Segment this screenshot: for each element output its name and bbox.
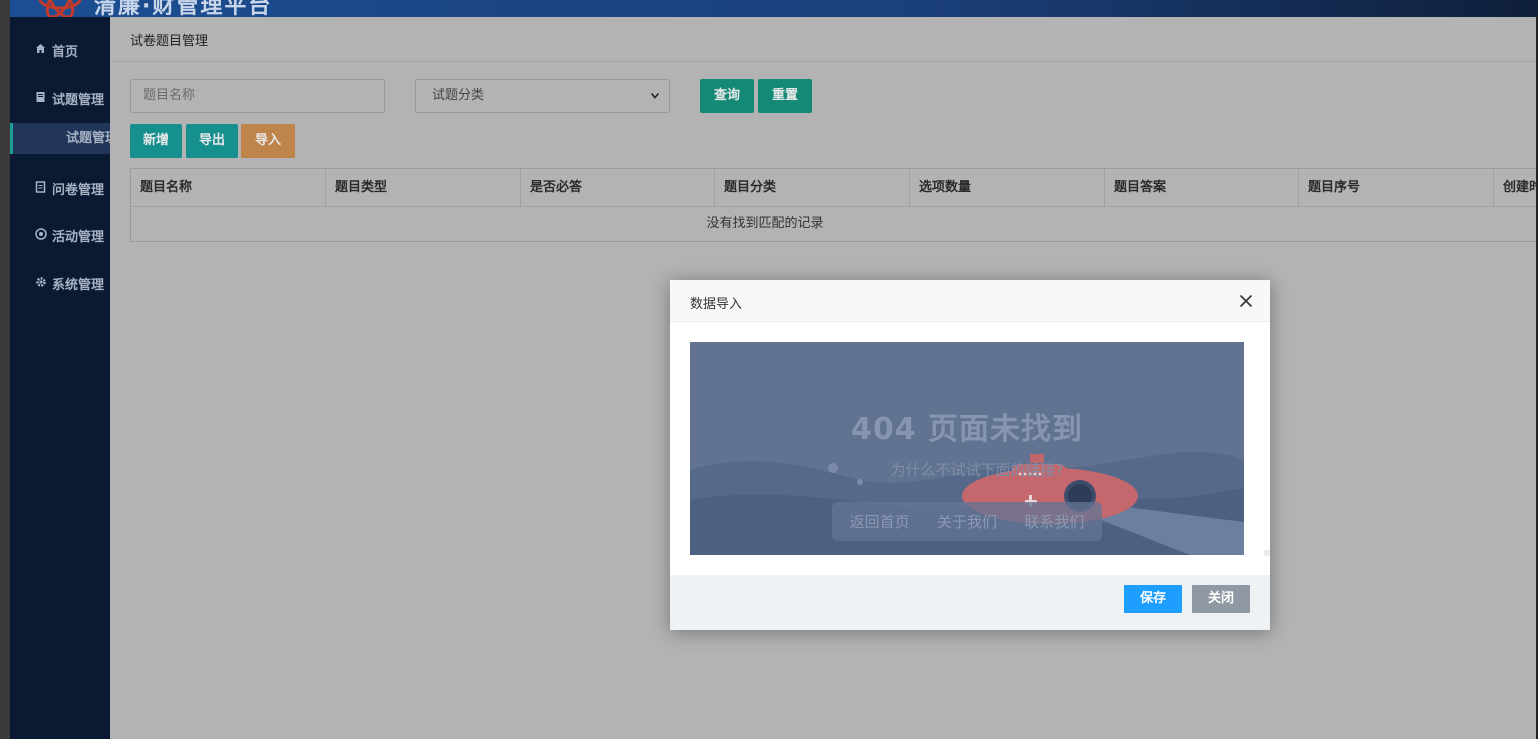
- sidebar-item-label: 系统管理: [52, 277, 105, 293]
- not-found-subtitle: 为什么不试试下面的链接?: [890, 461, 1064, 479]
- logo-icon: [38, 0, 82, 17]
- sidebar-item-label: 问卷管理: [52, 182, 105, 198]
- column-header[interactable]: 题目答案: [1105, 169, 1299, 206]
- category-select-value: 试题分类: [432, 88, 485, 103]
- empty-message: 没有找到匹配的记录: [706, 216, 824, 231]
- query-button[interactable]: 查询: [700, 79, 754, 113]
- table-header: 题目名称 题目类型 是否必答 题目分类 选项数量 题目答案 题目序号 创建时间: [131, 169, 1538, 207]
- sidebar: 首页 试题管理 试题管理 问卷管理 活动管理 系统管理: [10, 17, 110, 739]
- divider: [110, 61, 1538, 62]
- sidebar-item-system[interactable]: 系统管理: [10, 265, 110, 301]
- import-dialog: 数据导入 404 页面未找到 为什么不试试下面的链接? 返回首页 关于我们 联系…: [670, 280, 1270, 630]
- reset-button[interactable]: 重置: [758, 79, 812, 113]
- column-header[interactable]: 题目名称: [131, 169, 326, 206]
- close-button[interactable]: 关闭: [1192, 585, 1250, 613]
- column-header[interactable]: 选项数量: [910, 169, 1105, 206]
- category-select[interactable]: 试题分类: [415, 79, 670, 113]
- questions-table: 题目名称 题目类型 是否必答 题目分类 选项数量 题目答案 题目序号 创建时间 …: [130, 168, 1538, 242]
- dialog-footer: 保存 关闭: [670, 575, 1270, 630]
- column-header[interactable]: 题目类型: [326, 169, 521, 206]
- dialog-title: 数据导入: [690, 297, 743, 312]
- link-contact[interactable]: 联系我们: [1024, 511, 1084, 532]
- column-header[interactable]: 题目分类: [715, 169, 910, 206]
- gear-icon: [34, 276, 47, 291]
- sidebar-item-home[interactable]: 首页: [10, 32, 110, 68]
- sidebar-item-label: 试题管理: [52, 92, 105, 108]
- home-icon: [34, 43, 47, 57]
- column-header[interactable]: 题目序号: [1299, 169, 1494, 206]
- embedded-404-page: 404 页面未找到 为什么不试试下面的链接? 返回首页 关于我们 联系我们: [690, 342, 1244, 555]
- dialog-header: 数据导入: [670, 280, 1270, 322]
- link-home[interactable]: 返回首页: [850, 511, 910, 532]
- sidebar-subitem-questions[interactable]: 试题管理: [10, 123, 110, 154]
- chevron-down-icon: [650, 80, 660, 125]
- link-about[interactable]: 关于我们: [937, 511, 997, 532]
- page-title: 试卷题目管理: [130, 34, 209, 49]
- sidebar-item-label: 首页: [52, 44, 79, 60]
- soccer-ball-icon: [34, 227, 47, 243]
- import-button[interactable]: 导入: [241, 124, 295, 158]
- question-name-input[interactable]: 题目名称: [130, 79, 385, 113]
- sidebar-item-label: 活动管理: [52, 229, 105, 245]
- not-found-links: 返回首页 关于我们 联系我们: [832, 502, 1102, 541]
- dialog-body: 404 页面未找到 为什么不试试下面的链接? 返回首页 关于我们 联系我们: [670, 322, 1270, 575]
- save-button[interactable]: 保存: [1124, 585, 1182, 613]
- sidebar-item-activities[interactable]: 活动管理: [10, 217, 110, 253]
- scrollbar-corner: [1264, 550, 1270, 556]
- close-icon[interactable]: [1238, 293, 1254, 309]
- add-button[interactable]: 新增: [130, 124, 182, 158]
- export-button[interactable]: 导出: [186, 124, 238, 158]
- brand-title: 清廉·财管理平台: [94, 0, 273, 17]
- window-edge: [0, 0, 10, 739]
- sidebar-item-surveys[interactable]: 问卷管理: [10, 170, 110, 206]
- sidebar-item-questions[interactable]: 试题管理: [10, 80, 110, 116]
- file-icon: [34, 180, 47, 196]
- not-found-heading: 404 页面未找到: [850, 412, 1084, 447]
- column-header[interactable]: 创建时间: [1494, 169, 1538, 206]
- book-icon: [34, 91, 47, 106]
- top-header: 清廉·财管理平台: [10, 0, 1538, 17]
- column-header[interactable]: 是否必答: [521, 169, 715, 206]
